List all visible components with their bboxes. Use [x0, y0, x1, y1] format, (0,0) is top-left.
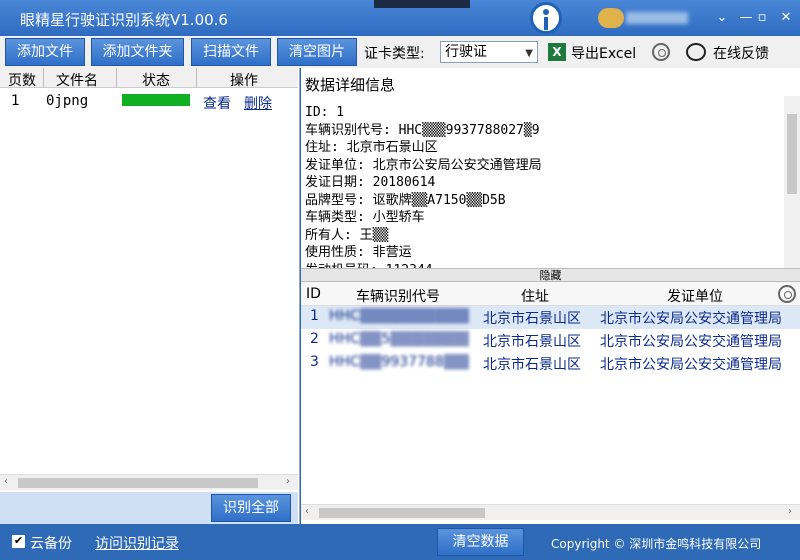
col-issuer: 发证单位 — [667, 289, 723, 305]
row-address: 北京市石景山区 — [483, 311, 581, 327]
scroll-right-icon[interactable]: › — [286, 476, 290, 487]
collapse-icon[interactable]: ⌄ — [712, 8, 732, 28]
row-issuer: 北京市公安局公安交通管理局 — [600, 357, 782, 373]
col-action: 操作 — [230, 73, 258, 89]
detail-line: 住址: 北京市石景山区 — [305, 140, 438, 155]
card-type-value: 行驶证 — [445, 44, 487, 60]
detail-line: ID: 1 — [305, 105, 345, 120]
detail-vscroll[interactable] — [784, 96, 800, 268]
file-list-footer: 识别全部 — [0, 492, 298, 524]
feedback-button[interactable]: 在线反馈 — [713, 43, 769, 63]
row-id: 1 — [310, 308, 319, 324]
results-header: ID 车辆识别代号 住址 发证单位 — [301, 282, 800, 306]
detail-panel: 数据详细信息 ID: 1 车辆识别代号: HHC▒▒▒9937788027▒9 … — [301, 68, 800, 271]
file-list-panel: 页数 文件名 状态 操作 1 0jpng 查看 删除 ‹ › 识别全部 — [0, 68, 300, 524]
status-bar: ✔ 云备份 访问识别记录 清空数据 Copyright © 深圳市金鸣科技有限公… — [0, 524, 800, 560]
title-bar: 眼精星行驶证识别系统V1.00.6 ⌄ — ▫ ✕ — [0, 0, 800, 36]
col-address: 住址 — [521, 289, 549, 305]
scan-file-button[interactable]: 扫描文件 — [191, 38, 271, 66]
visit-records-link[interactable]: 访问识别记录 — [95, 533, 179, 553]
results-hscroll[interactable]: ‹ › — [301, 504, 800, 520]
detail-text[interactable]: ID: 1 车辆识别代号: HHC▒▒▒9937788027▒9 住址: 北京市… — [305, 104, 775, 271]
clear-data-button[interactable]: 清空数据 — [437, 528, 524, 556]
status-progress-bar — [122, 94, 190, 106]
card-type-select[interactable]: 行驶证 ▼ — [440, 41, 538, 63]
detail-line: 所有人: 王▒▒ — [305, 227, 389, 243]
top-notch — [374, 0, 470, 8]
scroll-left-icon[interactable]: ‹ — [305, 506, 309, 517]
close-button[interactable]: ✕ — [776, 8, 796, 28]
scroll-right-icon[interactable]: › — [788, 506, 792, 517]
col-page: 页数 — [8, 73, 36, 89]
col-separator — [43, 68, 44, 88]
col-vin: 车辆识别代号 — [356, 289, 440, 305]
hide-toggle[interactable]: 隐藏 — [301, 268, 800, 282]
row-id: 3 — [310, 354, 319, 370]
scroll-thumb[interactable] — [319, 508, 485, 518]
row-address: 北京市石景山区 — [483, 334, 581, 350]
restore-button[interactable]: ▫ — [752, 8, 772, 28]
detail-line: 车辆类型: 小型轿车 — [305, 210, 425, 225]
row-vin: HHC▒▒9937788▒▒▒▒▒ — [329, 354, 469, 370]
detail-line: 车辆识别代号: HHC▒▒▒9937788027▒9 — [305, 122, 540, 138]
detail-title: 数据详细信息 — [305, 76, 396, 94]
table-row[interactable]: 2 HHC▒▒5▒▒▒▒▒▒▒▒▒▒▒▒▒ 北京市石景山区 北京市公安局公安交通… — [301, 329, 800, 352]
scroll-thumb[interactable] — [18, 478, 258, 488]
col-separator — [196, 68, 197, 88]
clear-images-button[interactable]: 清空图片 — [277, 38, 357, 66]
row-id: 2 — [310, 331, 319, 347]
window-title: 眼精星行驶证识别系统V1.00.6 — [20, 11, 228, 29]
row-vin: HHC▒▒5▒▒▒▒▒▒▒▒▒▒▒▒▒ — [329, 331, 469, 347]
user-avatar[interactable] — [598, 8, 624, 28]
row-vin: HHC▒▒▒▒▒▒▒▒▒▒▒▒▒▒9 — [329, 308, 469, 324]
gear-icon[interactable] — [652, 43, 670, 61]
col-filename: 文件名 — [56, 73, 98, 89]
column-settings-gear-icon[interactable] — [778, 285, 796, 303]
chat-icon[interactable] — [686, 43, 706, 61]
table-row[interactable]: 3 HHC▒▒9937788▒▒▒▒▒ 北京市石景山区 北京市公安局公安交通管理… — [301, 352, 800, 375]
recognize-all-button[interactable]: 识别全部 — [211, 494, 291, 522]
toolbar: 添加文件 添加文件夹 扫描文件 清空图片 证卡类型: 行驶证 ▼ X 导出Exc… — [0, 36, 800, 68]
add-folder-button[interactable]: 添加文件夹 — [91, 38, 184, 66]
copyright-text: Copyright © 深圳市金鸣科技有限公司 — [551, 537, 762, 551]
results-grid: ID 车辆识别代号 住址 发证单位 1 HHC▒▒▒▒▒▒▒▒▒▒▒▒▒▒9 北… — [301, 282, 800, 524]
cloud-backup-label: 云备份 — [30, 536, 72, 552]
row-issuer: 北京市公安局公安交通管理局 — [600, 311, 782, 327]
col-status: 状态 — [142, 73, 170, 89]
view-link[interactable]: 查看 — [203, 93, 231, 113]
detail-line: 发证单位: 北京市公安局公安交通管理局 — [305, 157, 542, 173]
file-page: 1 — [11, 93, 20, 109]
detail-line: 发证日期: 20180614 — [305, 175, 436, 190]
detail-line: 品牌型号: 讴歌牌▒▒A7150▒▒D5B — [305, 192, 506, 208]
scroll-thumb[interactable] — [787, 114, 797, 194]
file-list-header: 页数 文件名 状态 操作 — [0, 68, 298, 89]
file-list-hscroll[interactable]: ‹ › — [0, 474, 298, 490]
col-id: ID — [306, 286, 321, 302]
chevron-down-icon: ▼ — [525, 48, 533, 59]
row-address: 北京市石景山区 — [483, 357, 581, 373]
add-file-button[interactable]: 添加文件 — [5, 38, 85, 66]
file-name: 0jpng — [46, 93, 89, 109]
scroll-left-icon[interactable]: ‹ — [4, 476, 8, 487]
excel-icon[interactable]: X — [548, 43, 566, 61]
delete-link[interactable]: 删除 — [244, 93, 272, 113]
col-separator — [116, 68, 117, 88]
export-excel-button[interactable]: 导出Excel — [571, 43, 636, 63]
username-blurred — [626, 12, 688, 24]
detail-line: 使用性质: 非营运 — [305, 245, 412, 260]
info-logo-icon — [530, 2, 562, 34]
cloud-backup-checkbox[interactable]: ✔ — [12, 535, 25, 548]
card-type-label: 证卡类型: — [364, 46, 425, 62]
row-issuer: 北京市公安局公安交通管理局 — [600, 334, 782, 350]
table-row[interactable]: 1 HHC▒▒▒▒▒▒▒▒▒▒▒▒▒▒9 北京市石景山区 北京市公安局公安交通管… — [301, 306, 800, 329]
